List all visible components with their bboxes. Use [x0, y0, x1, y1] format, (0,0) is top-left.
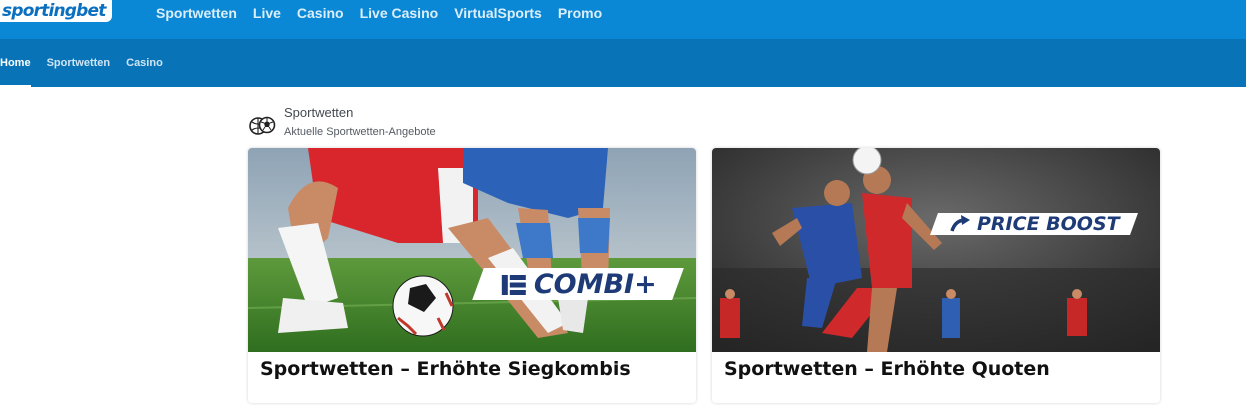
sub-nav: Home Sportwetten Casino — [0, 39, 163, 87]
section-subtitle: Aktuelle Sportwetten-Angebote — [284, 126, 436, 138]
combi-icon — [501, 274, 526, 294]
promo-image-football-header: PRICE BOOST — [712, 148, 1160, 352]
top-navigation-bar: sportingbet Sportwetten Live Casino Live… — [0, 0, 1246, 39]
nav-item-live[interactable]: Live — [253, 5, 281, 21]
tab-home[interactable]: Home — [0, 39, 31, 87]
nav-item-sportwetten[interactable]: Sportwetten — [156, 5, 237, 21]
section-title: Sportwetten — [284, 105, 354, 120]
logo-text: sportingbet — [2, 1, 106, 21]
price-boost-badge: PRICE BOOST — [929, 213, 1139, 235]
tab-casino[interactable]: Casino — [126, 39, 163, 87]
promo-card-price-boost[interactable]: PRICE BOOST Sportwetten – Erhöhte Quoten — [712, 148, 1160, 403]
promo-card-caption: Sportwetten – Erhöhte Siegkombis — [260, 358, 631, 380]
nav-item-virtualsports[interactable]: VirtualSports — [454, 5, 542, 21]
sub-navigation-bar: Home Sportwetten Casino — [0, 39, 1246, 87]
promo-card-caption: Sportwetten – Erhöhte Quoten — [724, 358, 1050, 380]
combi-badge-text: COMBI+ — [533, 268, 657, 300]
main-nav: Sportwetten Live Casino Live Casino Virt… — [156, 0, 602, 26]
tab-sportwetten[interactable]: Sportwetten — [47, 39, 111, 87]
section-header: Sportwetten Aktuelle Sportwetten-Angebot… — [248, 105, 436, 139]
sportingbet-logo[interactable]: sportingbet — [0, 0, 112, 22]
nav-item-live-casino[interactable]: Live Casino — [360, 5, 439, 21]
boost-arrow-icon — [950, 215, 970, 232]
nav-item-promo[interactable]: Promo — [558, 5, 602, 21]
section-text: Sportwetten Aktuelle Sportwetten-Angebot… — [284, 105, 436, 139]
nav-item-casino[interactable]: Casino — [297, 5, 344, 21]
combi-badge: COMBI+ — [472, 268, 684, 300]
sports-balls-icon — [249, 116, 276, 135]
price-boost-badge-text: PRICE BOOST — [976, 213, 1120, 235]
promo-card-combi[interactable]: COMBI+ Sportwetten – Erhöhte Siegkombis — [248, 148, 696, 403]
promo-image-football-tackle: COMBI+ — [248, 148, 696, 352]
